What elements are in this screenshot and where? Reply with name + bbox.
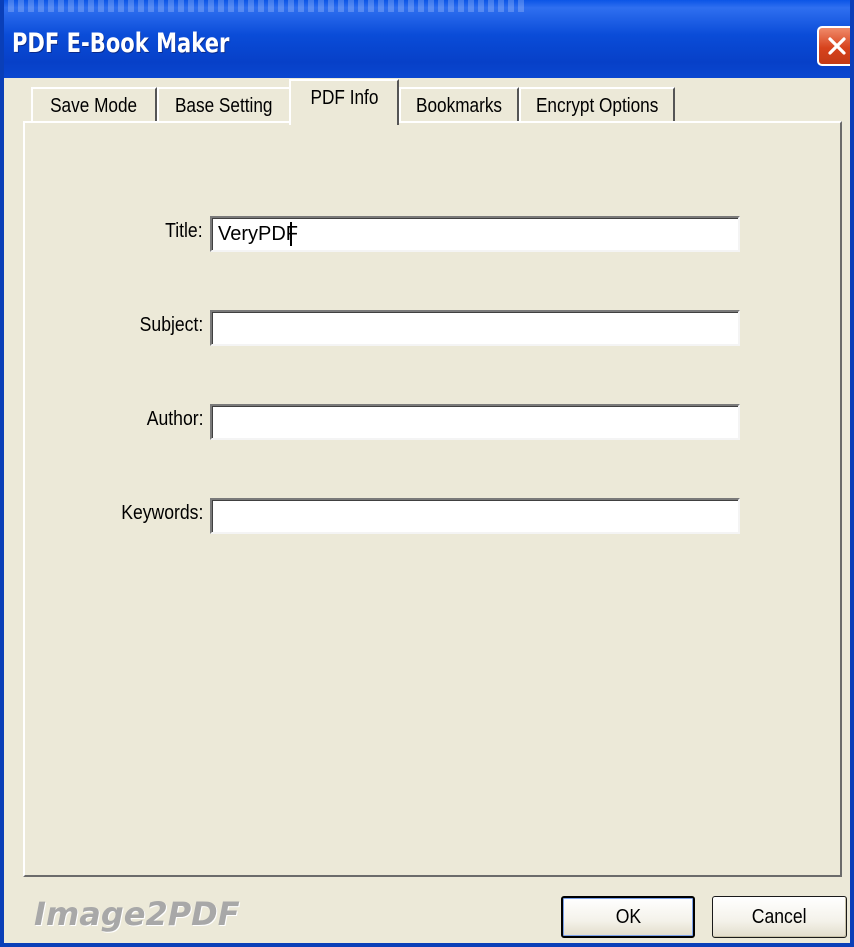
pdf-info-panel: Title: Subject: Author: Keywords: [23,121,842,877]
tab-label: Bookmarks [415,94,503,117]
title-bar[interactable]: PDF E-Book Maker [4,0,850,78]
author-field[interactable] [210,404,740,440]
subject-field[interactable] [210,310,740,346]
tab-bookmarks[interactable]: Bookmarks [399,87,519,123]
ok-button[interactable]: OK [561,896,695,938]
window-title: PDF E-Book Maker [12,28,230,59]
cancel-button[interactable]: Cancel [712,896,847,938]
tab-encrypt-options[interactable]: Encrypt Options [519,87,675,123]
close-button[interactable] [817,26,850,66]
tab-label: Encrypt Options [535,94,659,117]
tab-label: Save Mode [50,94,138,117]
text-caret [290,222,292,246]
background-window-title [8,0,528,12]
tab-save-mode[interactable]: Save Mode [31,87,157,123]
title-label: Title: [165,220,203,242]
close-icon [828,37,846,55]
keywords-label: Keywords: [120,502,203,524]
keywords-field[interactable] [210,498,740,534]
brand-logo: Image2PDF [34,895,240,933]
subject-label: Subject: [139,314,203,336]
tab-label: PDF Info [310,86,378,109]
dialog-window: PDF E-Book Maker Save Mode Base Setting … [0,0,854,947]
author-label: Author: [146,408,203,430]
tab-pdf-info[interactable]: PDF Info [289,79,399,125]
tab-label: Base Setting [175,94,273,117]
tab-base-setting[interactable]: Base Setting [157,87,291,123]
